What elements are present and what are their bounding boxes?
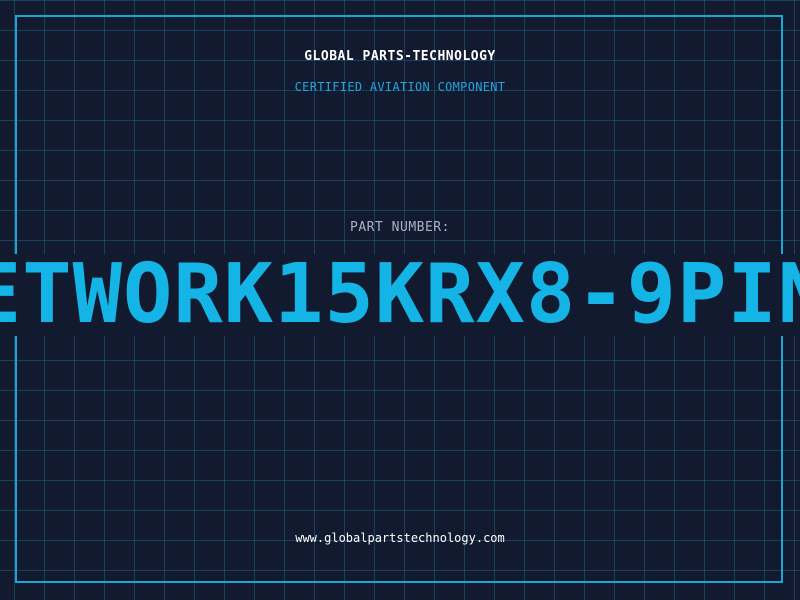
website-url: www.globalpartstechnology.com — [295, 531, 505, 545]
part-number-value: NETWORK15KRX8-9PIND — [0, 247, 800, 342]
tagline: CERTIFIED AVIATION COMPONENT — [294, 80, 506, 94]
label-canvas: GLOBAL PARTS-TECHNOLOGY CERTIFIED AVIATI… — [0, 0, 800, 600]
company-name: GLOBAL PARTS-TECHNOLOGY — [304, 49, 496, 64]
part-number-label: PART NUMBER: — [350, 220, 450, 235]
